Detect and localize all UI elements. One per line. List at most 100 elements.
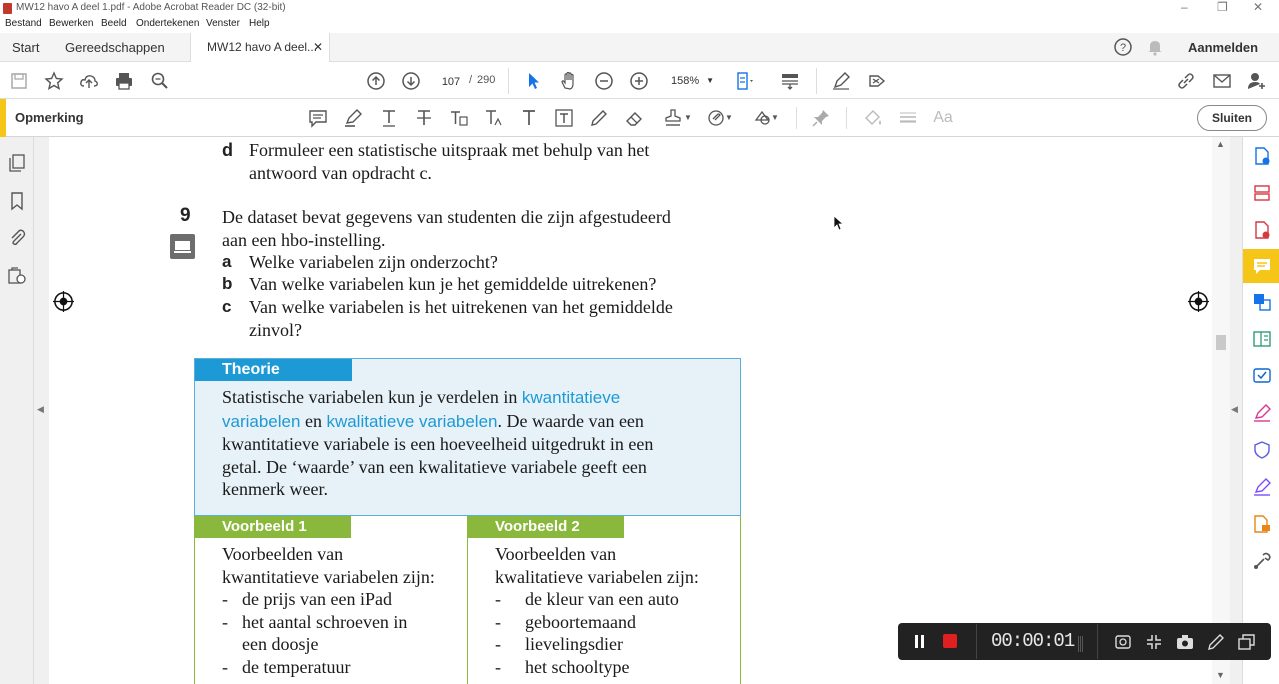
close-window-icon[interactable]: ✕	[1253, 0, 1263, 14]
scroll-up-icon[interactable]: ▲	[1216, 139, 1225, 149]
search-zoom-icon[interactable]	[149, 70, 171, 92]
bookmark-icon[interactable]	[6, 190, 28, 212]
notifications-bell-icon[interactable]	[1144, 36, 1166, 58]
page-thumbnails-icon[interactable]	[6, 152, 28, 174]
eraser-icon[interactable]	[623, 107, 645, 129]
theory-text: Statistische variabelen kun je verdelen …	[222, 386, 737, 501]
attachment-paperclip-icon[interactable]	[6, 227, 28, 249]
zoom-dropdown[interactable]: 158% ▼	[664, 71, 720, 91]
q9-c-line: Van welke variabelen is het uitrekenen v…	[249, 297, 673, 317]
menu-beeld[interactable]: Beeld	[101, 18, 127, 29]
layers-icon[interactable]	[6, 265, 28, 287]
insert-text-icon[interactable]	[483, 107, 505, 129]
collapse-right-pane-icon[interactable]: ◀	[1231, 404, 1238, 415]
menu-venster[interactable]: Venster	[206, 18, 240, 29]
list-item-text: geboortemaand	[525, 611, 636, 632]
add-person-icon[interactable]	[1246, 70, 1268, 92]
stamp-dropdown-chevron-icon[interactable]: ▼	[684, 113, 692, 122]
print-icon[interactable]	[113, 70, 135, 92]
organize-pages-icon[interactable]	[1251, 182, 1273, 204]
comment-tool-active[interactable]	[1243, 249, 1279, 283]
protect-shield-icon[interactable]	[1251, 439, 1273, 461]
more-tools-icon[interactable]	[1251, 550, 1273, 572]
attach-dropdown-chevron-icon[interactable]: ▼	[725, 113, 733, 122]
export-pdf-icon[interactable]	[1251, 219, 1273, 241]
pin-icon[interactable]	[810, 107, 832, 129]
audio-level-meter	[1078, 636, 1084, 652]
screenshot-region-icon[interactable]	[1112, 631, 1134, 653]
request-signature-icon[interactable]	[1251, 476, 1273, 498]
pencil-icon[interactable]	[588, 107, 610, 129]
select-cursor-icon[interactable]	[523, 70, 545, 92]
line-weight-icon[interactable]	[897, 107, 919, 129]
example-1-list: - de prijs van een iPad - het aantal schro…	[222, 588, 407, 678]
example-1-intro-line: kwantitatieve variabelen zijn:	[222, 566, 435, 587]
pause-icon[interactable]	[915, 635, 926, 648]
fill-sign-icon[interactable]	[1251, 402, 1273, 424]
menu-ondertekenen[interactable]: Ondertekenen	[136, 18, 199, 29]
draw-pen-icon[interactable]	[1205, 631, 1227, 653]
create-pdf-icon[interactable]	[1251, 145, 1273, 167]
stop-record-icon[interactable]	[943, 634, 957, 648]
example-2-intro-line: Voorbeelden van	[495, 544, 617, 564]
underline-text-icon[interactable]	[378, 107, 400, 129]
sticky-note-icon[interactable]	[307, 107, 329, 129]
stamp-icon[interactable]	[662, 107, 684, 129]
collapse-arrows-icon[interactable]	[1143, 631, 1165, 653]
minimize-icon[interactable]: –	[1181, 0, 1188, 14]
shapes-dropdown-chevron-icon[interactable]: ▼	[771, 113, 779, 122]
redact-icon[interactable]	[866, 70, 888, 92]
list-item-text: de kleur van een auto	[525, 589, 679, 609]
maximize-icon[interactable]: ❐	[1217, 0, 1228, 14]
email-icon[interactable]	[1211, 70, 1233, 92]
text-box-icon[interactable]	[553, 107, 575, 129]
menu-bestand[interactable]: Bestand	[5, 18, 42, 29]
hand-tool-icon[interactable]	[558, 70, 580, 92]
save-icon[interactable]	[8, 70, 30, 92]
menu-bewerken[interactable]: Bewerken	[49, 18, 93, 29]
theory-keyword: kwalitatieve variabelen	[326, 411, 498, 431]
fill-color-icon[interactable]	[862, 107, 884, 129]
zoom-out-icon[interactable]	[593, 70, 615, 92]
q9-a-text: Welke variabelen zijn onderzocht?	[249, 252, 498, 272]
camera-icon[interactable]	[1174, 631, 1196, 653]
combine-files-icon[interactable]	[1251, 291, 1273, 313]
menu-help[interactable]: Help	[249, 18, 270, 29]
scan-ocr-icon[interactable]	[1251, 365, 1273, 387]
theory-keyword: kwantitatieve	[521, 388, 621, 407]
page-separator: /	[469, 74, 473, 86]
add-text-icon[interactable]	[518, 107, 540, 129]
upload-cloud-icon[interactable]	[78, 70, 100, 92]
window-mode-icon[interactable]	[1236, 631, 1258, 653]
page-layout-icon[interactable]	[735, 70, 757, 92]
text-properties-icon[interactable]: Aa	[932, 107, 954, 129]
signin-link[interactable]: Aanmelden	[1188, 33, 1258, 62]
window-title: MW12 havo A deel 1.pdf - Adobe Acrobat R…	[16, 2, 286, 13]
tab-start[interactable]: Start	[12, 33, 39, 62]
scroll-down-icon[interactable]: ▼	[1216, 670, 1225, 680]
attach-file-icon[interactable]	[705, 107, 727, 129]
zoom-in-icon[interactable]	[628, 70, 650, 92]
close-tab-icon[interactable]: ✕	[313, 33, 323, 62]
collapse-left-pane-icon[interactable]: ◀	[37, 404, 44, 415]
highlight-pen-icon[interactable]	[342, 107, 364, 129]
scroll-mode-icon[interactable]	[779, 70, 801, 92]
close-comment-button[interactable]: Sluiten	[1197, 105, 1267, 131]
screen-recorder-bar: 00:00:01	[898, 623, 1271, 660]
tab-document[interactable]: MW12 havo A deel... ✕	[190, 33, 330, 62]
strikethrough-text-icon[interactable]	[413, 107, 435, 129]
share-link-icon[interactable]	[1175, 70, 1197, 92]
help-icon[interactable]: ?	[1112, 36, 1134, 58]
edit-pdf-icon[interactable]	[1251, 328, 1273, 350]
send-for-review-icon[interactable]	[1251, 513, 1273, 535]
previous-page-icon[interactable]	[365, 70, 387, 92]
page-number-input[interactable]: 107	[436, 71, 466, 91]
computer-exercise-icon	[170, 234, 195, 259]
scrollbar-thumb[interactable]	[1216, 335, 1226, 350]
replace-text-icon[interactable]	[448, 107, 470, 129]
tab-tools[interactable]: Gereedschappen	[65, 33, 165, 62]
star-icon[interactable]	[43, 70, 65, 92]
sign-pen-icon[interactable]	[830, 70, 852, 92]
vertical-scrollbar[interactable]: ▲ ▼	[1212, 137, 1230, 684]
next-page-icon[interactable]	[400, 70, 422, 92]
